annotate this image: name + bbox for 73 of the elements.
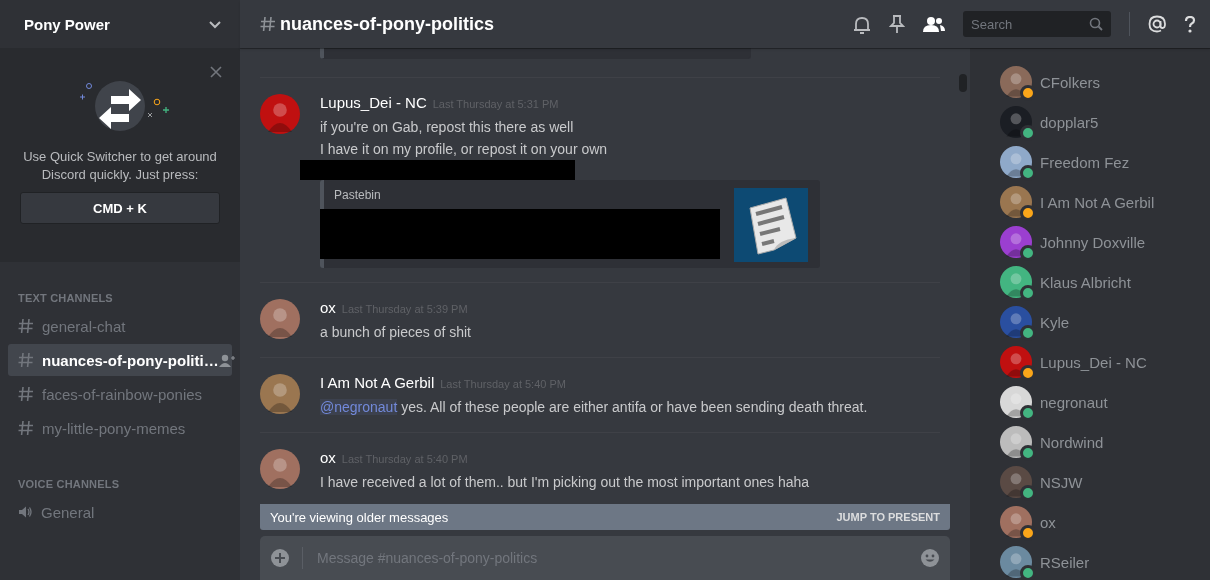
channel-item[interactable]: General [8,496,232,528]
bell-icon[interactable] [853,14,871,34]
channel-category[interactable]: TEXT CHANNELS [8,292,232,304]
search-field[interactable]: Search [971,16,1071,32]
close-icon[interactable] [210,66,222,78]
older-messages-notice: You're viewing older messages [270,509,449,525]
channel-title: nuances-of-pony-politics [280,13,494,35]
member-name[interactable]: dopplar5 [1040,113,1099,131]
message-text: @negronaut yes. All of these people are either antifa or have been sending death threat. [320,398,869,417]
channel-item[interactable]: nuances-of-pony-politi… [8,344,232,376]
speaker-icon [18,505,33,519]
avatar [1000,186,1032,218]
avatar [260,94,300,134]
message-text: I have received a lot of them.. but I'm picking out the most important ones haha [320,473,811,492]
scrollbar-thumb[interactable] [959,74,967,92]
message-text: a bunch of pieces of shit [320,323,472,342]
members-icon[interactable] [923,16,945,32]
add-icon[interactable] [270,548,290,568]
avatar [260,449,300,489]
embed-provider[interactable]: Pastebin [324,188,720,208]
avatar [260,299,300,339]
avatar [1000,346,1032,378]
hash-icon [18,420,34,436]
mention-icon[interactable] [1148,15,1166,33]
channel-item[interactable]: faces-of-rainbow-ponies [8,378,232,410]
author-name[interactable]: Lupus_Dei - NC [320,94,427,111]
author-name[interactable]: I Am Not A Gerbil [320,374,435,391]
avatar [1000,426,1032,458]
avatar [1000,386,1032,418]
emoji-icon[interactable] [920,548,940,568]
shortcut-button[interactable]: CMD + K [20,192,220,224]
avatar [1000,66,1032,98]
member-name[interactable]: CFolkers [1040,73,1100,91]
member-name[interactable]: Lupus_Dei - NC [1040,353,1147,371]
channel-item[interactable]: my-little-pony-memes [8,412,232,444]
hash-icon [18,352,34,368]
member-name[interactable]: NSJW [1040,473,1083,491]
pin-icon[interactable] [889,14,905,34]
member-name[interactable]: negronaut [1040,393,1108,411]
member-name[interactable]: Klaus Albricht [1040,273,1131,291]
server-name[interactable]: Pony Power [24,15,110,33]
member-name[interactable]: Johnny Doxville [1040,233,1146,251]
avatar [1000,106,1032,138]
avatar [1000,306,1032,338]
hash-icon [18,318,34,334]
member-name[interactable]: RSeiler [1040,553,1090,571]
channel-category[interactable]: VOICE CHANNELS [8,478,232,490]
hash-icon [18,386,34,402]
hash-icon [260,16,276,32]
help-icon[interactable] [1184,15,1196,33]
chevron-down-icon[interactable] [208,18,222,30]
avatar [1000,506,1032,538]
mention-link[interactable]: @negronaut [320,399,398,415]
search-icon [1089,17,1103,31]
member-name[interactable]: Nordwind [1040,433,1104,451]
message-text: I have it on my profile, or repost it on your own [320,140,609,159]
invite-icon[interactable] [218,353,236,367]
author-name[interactable]: ox [320,299,336,316]
search-bar[interactable]: Search [963,11,1111,37]
avatar [1000,546,1032,578]
message-text: if you're on Gab, repost this there as well [320,118,575,137]
channel-item[interactable]: general-chat [8,310,232,342]
member-name[interactable]: Freedom Fez [1040,153,1130,171]
member-name[interactable]: Kyle [1040,313,1070,331]
avatar [1000,226,1032,258]
avatar [1000,266,1032,298]
member-name[interactable]: ox [1040,513,1056,531]
quick-switcher-hint: Use Quick Switcher to get around Discord quickly. Just press: [22,148,218,184]
jump-to-present-button[interactable]: JUMP TO PRESENT [836,511,940,523]
avatar [260,374,300,414]
member-name[interactable]: I Am Not A Gerbil [1040,193,1155,211]
author-name[interactable]: ox [320,449,336,466]
avatar [1000,466,1032,498]
